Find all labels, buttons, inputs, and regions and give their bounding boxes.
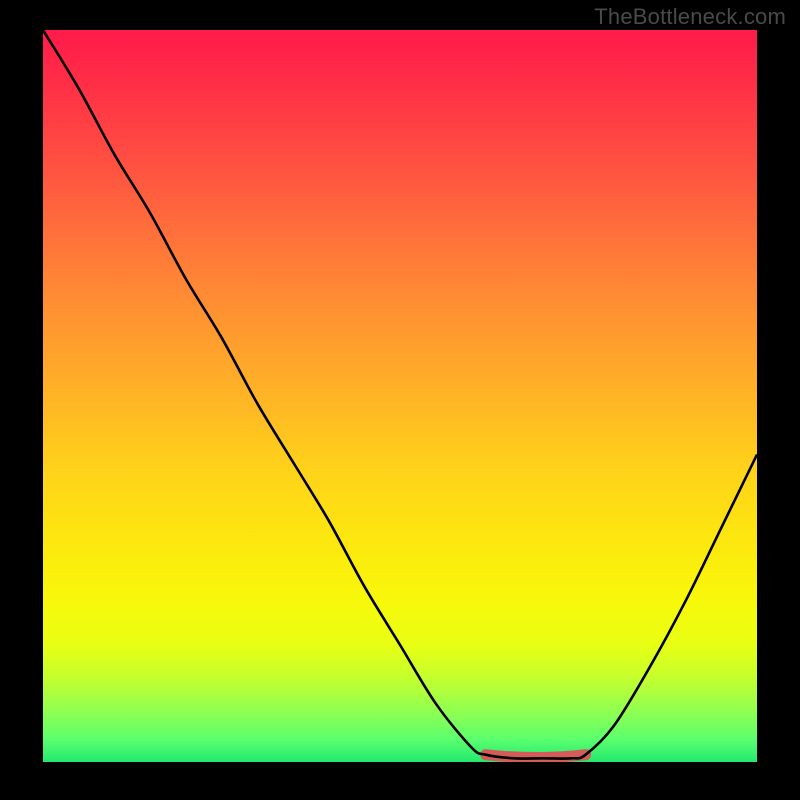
chart-svg: [43, 30, 757, 762]
watermark-text: TheBottleneck.com: [594, 4, 786, 30]
plot-area: [43, 30, 757, 762]
bottleneck-curve: [43, 30, 757, 759]
